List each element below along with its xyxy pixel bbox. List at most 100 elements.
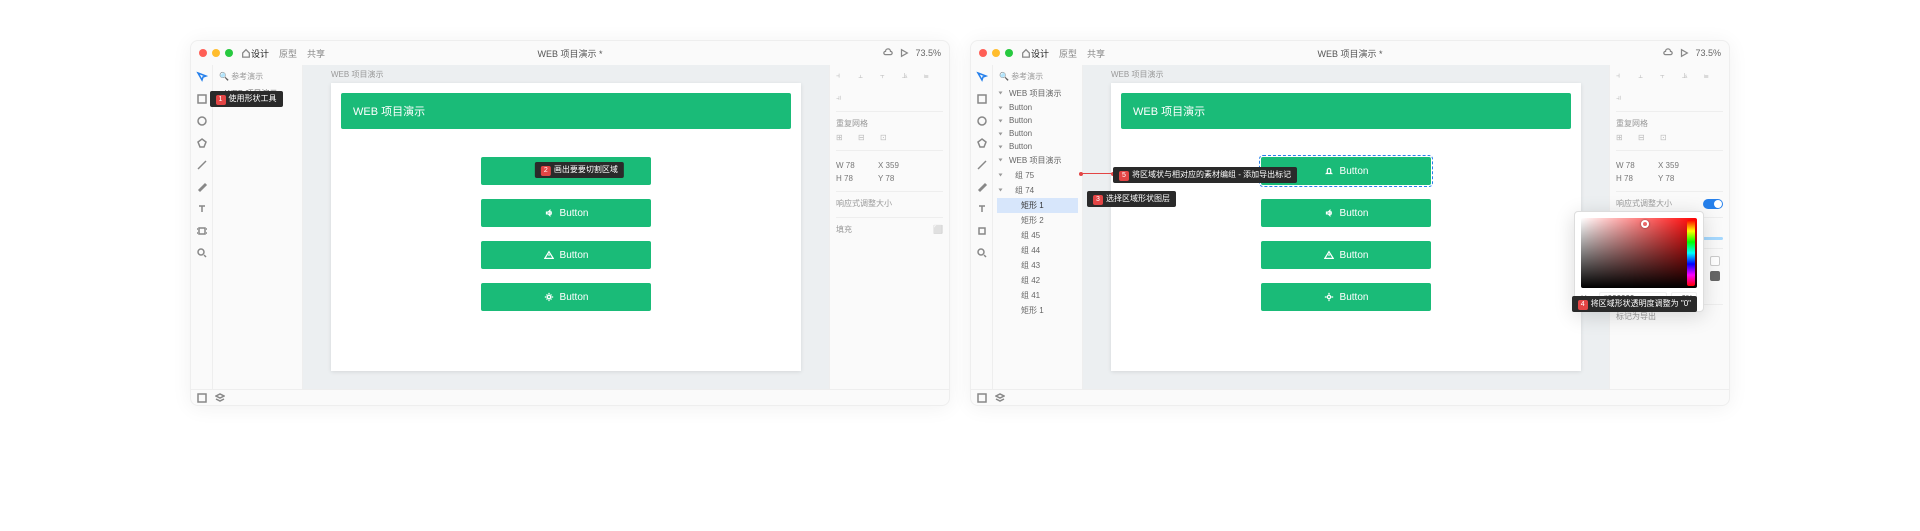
text-tool[interactable] bbox=[976, 203, 988, 215]
minimize-icon[interactable] bbox=[212, 49, 220, 57]
text-tool[interactable] bbox=[196, 203, 208, 215]
layer-item[interactable]: WEB 项目演示 bbox=[997, 153, 1078, 168]
green-button-3[interactable]: Button bbox=[1261, 241, 1431, 269]
artboard-tool[interactable] bbox=[196, 225, 208, 237]
ellipse-tool[interactable] bbox=[976, 115, 988, 127]
responsive-toggle[interactable] bbox=[1703, 199, 1723, 209]
home-icon[interactable] bbox=[241, 48, 251, 58]
layer-item[interactable]: 组 42 bbox=[997, 273, 1078, 288]
mode-tabs[interactable]: 设计 原型 共享 bbox=[1031, 47, 1105, 60]
green-button-4[interactable]: Button bbox=[481, 283, 651, 311]
artboard-label[interactable]: WEB 项目演示 bbox=[1111, 69, 1163, 80]
page-title-banner[interactable]: WEB 项目演示 bbox=[341, 93, 791, 129]
tab-share[interactable]: 共享 bbox=[1087, 47, 1105, 60]
traffic-lights[interactable] bbox=[199, 49, 233, 57]
close-icon[interactable] bbox=[199, 49, 207, 57]
layer-item[interactable]: 组 74 bbox=[997, 183, 1078, 198]
pen-tool[interactable] bbox=[196, 181, 208, 193]
pen-tool[interactable] bbox=[976, 181, 988, 193]
line-tool[interactable] bbox=[976, 159, 988, 171]
stroke-swatch[interactable] bbox=[1710, 271, 1720, 281]
zoom-tool[interactable] bbox=[976, 247, 988, 259]
green-button-1[interactable]: Button 2画出要要切割区域 bbox=[481, 157, 651, 185]
layer-item[interactable]: 矩形 1 bbox=[997, 198, 1078, 213]
align-tools[interactable]: ⫞⫠⫟⫡⫢⫣ bbox=[1616, 71, 1723, 103]
zoom-value[interactable]: 73.5% bbox=[1695, 48, 1721, 58]
zoom-value[interactable]: 73.5% bbox=[915, 48, 941, 58]
assets-icon[interactable] bbox=[197, 393, 207, 403]
repeat-grid-label: 重复网格 bbox=[836, 118, 868, 129]
home-icon[interactable] bbox=[1021, 48, 1031, 58]
line-tool[interactable] bbox=[196, 159, 208, 171]
button-label: Button bbox=[560, 208, 589, 219]
callout-5: 5将区域状与相对应的素材编组 - 添加导出标记 bbox=[1113, 167, 1297, 183]
artboard[interactable]: WEB 项目演示 WEB 项目演示 Button 2画出要要切割区域 Butto… bbox=[331, 83, 801, 371]
button-label: Button bbox=[1340, 208, 1369, 219]
polygon-tool[interactable] bbox=[196, 137, 208, 149]
toolbar bbox=[971, 65, 993, 389]
artboard-label[interactable]: WEB 项目演示 bbox=[331, 69, 383, 80]
artboard[interactable]: WEB 项目演示 WEB 项目演示 Button Button Button bbox=[1111, 83, 1581, 371]
layers-search[interactable]: 🔍 参考演示 bbox=[997, 69, 1078, 86]
canvas[interactable]: WEB 项目演示 WEB 项目演示 Button 2画出要要切割区域 Butto… bbox=[303, 65, 829, 389]
zoom-icon[interactable] bbox=[225, 49, 233, 57]
close-icon[interactable] bbox=[979, 49, 987, 57]
layers-search[interactable]: 🔍 参考演示 bbox=[217, 69, 298, 86]
tab-prototype[interactable]: 原型 bbox=[279, 47, 297, 60]
rectangle-tool[interactable] bbox=[976, 93, 988, 105]
layer-item[interactable]: Button bbox=[997, 140, 1078, 153]
fill-swatch[interactable] bbox=[1710, 256, 1720, 266]
xd-window-left: 设计 原型 共享 WEB 项目演示 * 73.5% 1使用形状工具 bbox=[190, 40, 950, 406]
ellipse-tool[interactable] bbox=[196, 115, 208, 127]
polygon-tool[interactable] bbox=[976, 137, 988, 149]
green-button-3[interactable]: Button bbox=[481, 241, 651, 269]
button-label: Button bbox=[1340, 250, 1369, 261]
assets-icon[interactable] bbox=[977, 393, 987, 403]
cloud-icon[interactable] bbox=[883, 48, 893, 58]
minimize-icon[interactable] bbox=[992, 49, 1000, 57]
layer-item[interactable]: 组 75 bbox=[997, 168, 1078, 183]
sv-handle[interactable] bbox=[1641, 220, 1649, 228]
layer-item[interactable]: 组 43 bbox=[997, 258, 1078, 273]
layer-item[interactable]: Button bbox=[997, 114, 1078, 127]
zoom-icon[interactable] bbox=[1005, 49, 1013, 57]
hue-slider[interactable] bbox=[1687, 220, 1695, 286]
transform-values[interactable]: W 78X 359 H 78Y 78 bbox=[1616, 161, 1723, 183]
align-tools[interactable]: ⫞⫠⫟⫡⫢⫣ bbox=[836, 71, 943, 103]
page-title-banner[interactable]: WEB 项目演示 bbox=[1121, 93, 1571, 129]
layer-item[interactable]: Button bbox=[997, 127, 1078, 140]
layer-item[interactable]: 组 41 bbox=[997, 288, 1078, 303]
sound-icon bbox=[544, 208, 554, 218]
layer-item[interactable]: Button bbox=[997, 101, 1078, 114]
layer-item[interactable]: 矩形 1 bbox=[997, 303, 1078, 318]
green-button-4[interactable]: Button bbox=[1261, 283, 1431, 311]
layer-item[interactable]: 组 44 bbox=[997, 243, 1078, 258]
layers-icon[interactable] bbox=[215, 393, 225, 403]
traffic-lights[interactable] bbox=[979, 49, 1013, 57]
layers-icon[interactable] bbox=[995, 393, 1005, 403]
artboard-tool[interactable] bbox=[976, 225, 988, 237]
button-label: Button bbox=[1340, 292, 1369, 303]
tab-design[interactable]: 设计 bbox=[1031, 47, 1049, 60]
play-icon[interactable] bbox=[1679, 48, 1689, 58]
sound-icon bbox=[1324, 208, 1334, 218]
layer-item[interactable]: 组 45 bbox=[997, 228, 1078, 243]
select-tool[interactable] bbox=[196, 71, 208, 83]
color-sv-field[interactable] bbox=[1581, 218, 1697, 288]
zoom-tool[interactable] bbox=[196, 247, 208, 259]
transform-values[interactable]: W 78X 359 H 78Y 78 bbox=[836, 161, 943, 183]
rectangle-tool[interactable]: 1使用形状工具 bbox=[196, 93, 208, 105]
green-button-2[interactable]: Button bbox=[481, 199, 651, 227]
canvas[interactable]: WEB 项目演示 WEB 项目演示 Button Button Button bbox=[1083, 65, 1609, 389]
mode-tabs[interactable]: 设计 原型 共享 bbox=[251, 47, 325, 60]
select-tool[interactable] bbox=[976, 71, 988, 83]
play-icon[interactable] bbox=[899, 48, 909, 58]
cloud-icon[interactable] bbox=[1663, 48, 1673, 58]
green-button-2[interactable]: Button bbox=[1261, 199, 1431, 227]
tab-share[interactable]: 共享 bbox=[307, 47, 325, 60]
tab-prototype[interactable]: 原型 bbox=[1059, 47, 1077, 60]
layer-item[interactable]: WEB 项目演示 bbox=[997, 86, 1078, 101]
tab-design[interactable]: 设计 bbox=[251, 47, 269, 60]
layer-item[interactable]: 矩形 2 bbox=[997, 213, 1078, 228]
color-picker-popup[interactable]: Hex #000000 0% 4将区域形状透明度调整为 "0" bbox=[1574, 211, 1704, 312]
